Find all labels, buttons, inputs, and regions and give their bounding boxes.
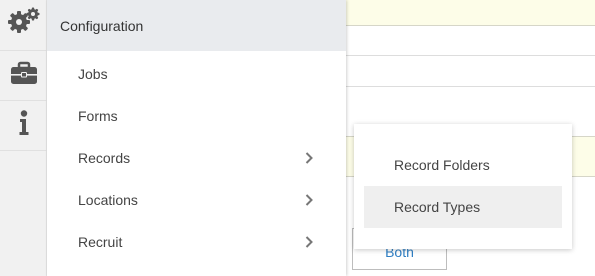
menu-item-forms[interactable]: Forms bbox=[47, 95, 346, 137]
rail-item-jobs[interactable] bbox=[0, 50, 47, 100]
chevron-right-icon bbox=[302, 235, 316, 249]
chevron-right-icon bbox=[302, 151, 316, 165]
configuration-menu: Configuration Jobs Forms Records Locatio… bbox=[47, 0, 346, 276]
menu-item-label: Jobs bbox=[78, 66, 108, 82]
chevron-right-icon bbox=[302, 193, 316, 207]
background-divider bbox=[346, 86, 595, 87]
submenu-item-label: Record Folders bbox=[394, 157, 490, 173]
menu-title: Configuration bbox=[47, 0, 346, 51]
menu-item-jobs[interactable]: Jobs bbox=[47, 53, 346, 95]
menu-item-label: Recruit bbox=[78, 234, 123, 250]
submenu-item-record-types[interactable]: Record Types bbox=[364, 186, 562, 228]
rail-divider bbox=[0, 150, 47, 151]
briefcase-icon bbox=[10, 61, 38, 90]
info-icon bbox=[18, 109, 30, 141]
background-yellow-banner bbox=[346, 0, 595, 26]
icon-rail bbox=[0, 0, 47, 276]
background-divider bbox=[346, 55, 595, 56]
menu-item-records[interactable]: Records bbox=[47, 137, 346, 179]
records-submenu: Record Folders Record Types bbox=[354, 124, 572, 249]
rail-item-configuration[interactable] bbox=[0, 0, 47, 44]
rail-item-info[interactable] bbox=[0, 100, 47, 150]
gears-icon bbox=[7, 6, 41, 39]
menu-item-label: Records bbox=[78, 150, 131, 166]
submenu-item-label: Record Types bbox=[394, 199, 481, 215]
menu-item-label: Forms bbox=[78, 108, 118, 124]
menu-item-locations[interactable]: Locations bbox=[47, 179, 346, 221]
menu-item-label: Locations bbox=[78, 192, 138, 208]
menu-item-recruit[interactable]: Recruit bbox=[47, 221, 346, 263]
submenu-item-record-folders[interactable]: Record Folders bbox=[364, 144, 562, 186]
